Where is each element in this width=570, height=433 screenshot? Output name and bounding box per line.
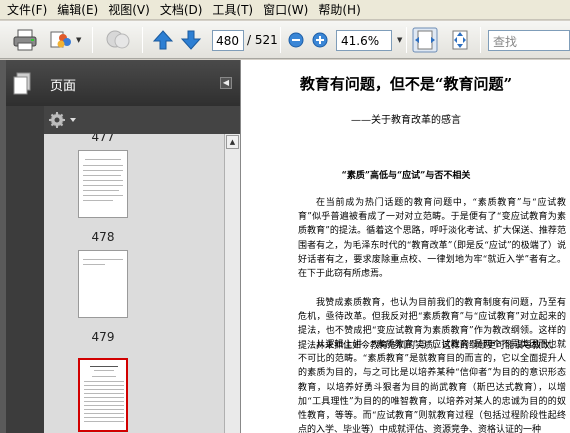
- next-page-button[interactable]: [180, 21, 202, 59]
- collaborate-icon: [50, 31, 71, 48]
- thumbnail-label-477: 477: [91, 134, 115, 144]
- zoom-level-select[interactable]: 41.6%: [336, 30, 392, 51]
- scroll-up-icon[interactable]: ▲: [226, 135, 239, 149]
- menu-bar: 文件(F) 编辑(E) 视图(V) 文档(D) 工具(T) 窗口(W) 帮助(H…: [0, 0, 570, 20]
- fit-page-icon: [452, 30, 468, 50]
- page-thumbnail-478[interactable]: [78, 150, 128, 218]
- zoom-out-button[interactable]: [288, 21, 304, 59]
- document-view[interactable]: 教育有问题，但不是“教育问题” ——关于教育改革的感言 “素质”高低与“应试”与…: [240, 60, 570, 433]
- comment-bubble-icon: [106, 30, 130, 49]
- zoom-in-button[interactable]: [312, 21, 328, 59]
- menu-tools[interactable]: 工具(T): [209, 1, 260, 18]
- page-thumbnail-479[interactable]: [78, 250, 128, 318]
- menu-window[interactable]: 窗口(W): [260, 1, 315, 18]
- pages-icon: [13, 72, 31, 95]
- pages-panel-header: 页面 ◀: [6, 60, 240, 106]
- gear-icon[interactable]: [48, 111, 78, 129]
- search-input[interactable]: 查找: [488, 30, 570, 51]
- fit-width-icon: [412, 27, 438, 53]
- pages-panel: 页面 ◀ 477 478 479 ▲: [6, 60, 240, 433]
- printer-icon: [13, 29, 37, 51]
- paragraph-3: 从逻辑上讲，“素质教育”与“应试教育”是两个不同类因而也就不可比的范畴。“素质教…: [298, 340, 566, 433]
- menu-help[interactable]: 帮助(H): [315, 1, 367, 18]
- page-thumbnail-480[interactable]: [78, 358, 128, 432]
- thumbnail-list: 477 478 479: [44, 134, 224, 433]
- fit-width-button[interactable]: [412, 21, 438, 59]
- pages-panel-title: 页面: [50, 79, 77, 94]
- panel-options-bar: [44, 106, 240, 134]
- thumbnail-label-479: 479: [91, 330, 115, 344]
- thumbnail-scrollbar[interactable]: ▲: [224, 134, 240, 433]
- collaborate-button[interactable]: ▼: [48, 21, 81, 59]
- page-total: / 521: [247, 33, 278, 47]
- menu-edit[interactable]: 编辑(E): [54, 1, 105, 18]
- article-subtitle: ——关于教育改革的感言: [351, 115, 461, 126]
- fit-page-button[interactable]: [448, 21, 472, 59]
- menu-document[interactable]: 文档(D): [157, 1, 210, 18]
- toolbar: ▼ 480 / 521 41.6% ▼ 查找: [0, 21, 570, 59]
- chevron-down-icon: ▼: [397, 36, 403, 44]
- chevron-down-icon: ▼: [76, 36, 82, 44]
- previous-page-button[interactable]: [152, 21, 174, 59]
- zoom-in-icon: [312, 32, 328, 48]
- review-button[interactable]: [104, 21, 132, 59]
- arrow-up-icon: [152, 30, 174, 50]
- paragraph-1: 在当前成为热门话题的教育问题中，“素质教育”与“应试教育”似乎普遍被看成了一对对…: [298, 198, 566, 280]
- article-title: 教育有问题，但不是“教育问题”: [299, 75, 513, 93]
- page-number-input[interactable]: 480: [212, 30, 244, 51]
- menu-view[interactable]: 视图(V): [105, 1, 157, 18]
- print-button[interactable]: [12, 21, 38, 59]
- menu-file[interactable]: 文件(F): [4, 1, 54, 18]
- collapse-panel-button[interactable]: ◀: [220, 77, 232, 89]
- zoom-dropdown-button[interactable]: ▼: [395, 21, 402, 59]
- section-heading: “素质”高低与“应试”与否不相关: [341, 171, 471, 181]
- thumbnail-label-478: 478: [91, 230, 115, 244]
- zoom-out-icon: [288, 32, 304, 48]
- arrow-down-icon: [180, 30, 202, 50]
